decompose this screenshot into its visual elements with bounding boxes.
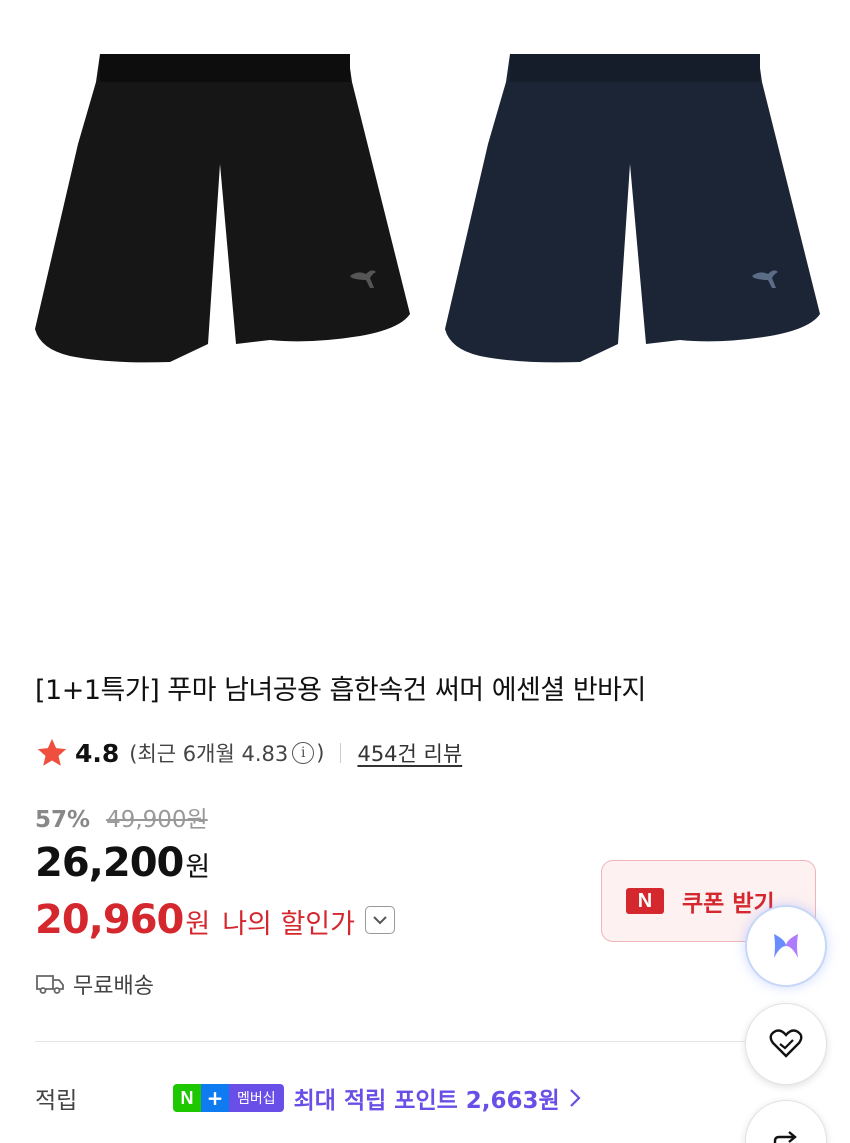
recent-rating-close: ) xyxy=(316,741,325,765)
share-icon xyxy=(773,1131,797,1143)
divider xyxy=(35,1041,815,1042)
heart-icon xyxy=(769,1029,803,1058)
max-points-text: 최대 적립 포인트 2,663원 xyxy=(293,1088,560,1114)
points-label: 적립 xyxy=(35,1088,78,1114)
my-price-unit: 원 xyxy=(185,909,211,940)
rating-score: 4.8 xyxy=(75,738,120,768)
badge-n: N xyxy=(173,1084,201,1112)
recent-rating-text: (최근 6개월 4.83 xyxy=(129,742,289,766)
info-icon[interactable]: i xyxy=(292,742,315,764)
truck-icon xyxy=(36,975,64,994)
discount-rate: 57% xyxy=(35,807,91,833)
ai-assistant-button[interactable] xyxy=(745,905,827,987)
product-image[interactable] xyxy=(0,0,850,640)
chevron-down-icon[interactable] xyxy=(365,906,395,934)
sale-price-number: 26,200 xyxy=(35,840,184,886)
original-price: 49,900원 xyxy=(106,807,208,833)
rating-row: 4.8 (최근 6개월 4.83 i ) 454건 리뷰 xyxy=(35,735,462,771)
chevron-right-icon xyxy=(569,1089,581,1107)
naver-membership-badge: N + 멤버십 xyxy=(173,1084,284,1112)
naver-n-logo: N xyxy=(626,888,664,914)
shipping-row: 무료배송 xyxy=(35,968,154,1000)
discount-row: 57% 49,900원 xyxy=(35,800,208,834)
black-shorts-image xyxy=(35,54,410,363)
points-row[interactable]: 적립 N + 멤버십 최대 적립 포인트 2,663원 xyxy=(35,1080,815,1116)
my-price-row[interactable]: 20,960 원 나의 할인가 xyxy=(35,897,395,943)
product-title: [1+1특가] 푸마 남녀공용 흡한속건 써머 에센셜 반바지 xyxy=(35,675,646,706)
my-price-label: 나의 할인가 xyxy=(222,909,355,940)
badge-plus: + xyxy=(201,1084,229,1112)
my-price-number: 20,960 xyxy=(35,897,184,943)
navy-shorts-image xyxy=(445,54,820,363)
wishlist-button[interactable] xyxy=(745,1003,827,1085)
review-count-link[interactable]: 454건 리뷰 xyxy=(357,738,462,768)
divider xyxy=(340,743,342,763)
sale-price: 26,200원 xyxy=(35,840,210,886)
badge-member: 멤버십 xyxy=(229,1084,284,1112)
star-icon xyxy=(37,738,67,766)
shipping-label: 무료배송 xyxy=(73,974,154,999)
sale-price-unit: 원 xyxy=(185,852,211,883)
ai-icon xyxy=(774,934,798,958)
recent-rating: (최근 6개월 4.83 i ) xyxy=(129,738,324,768)
